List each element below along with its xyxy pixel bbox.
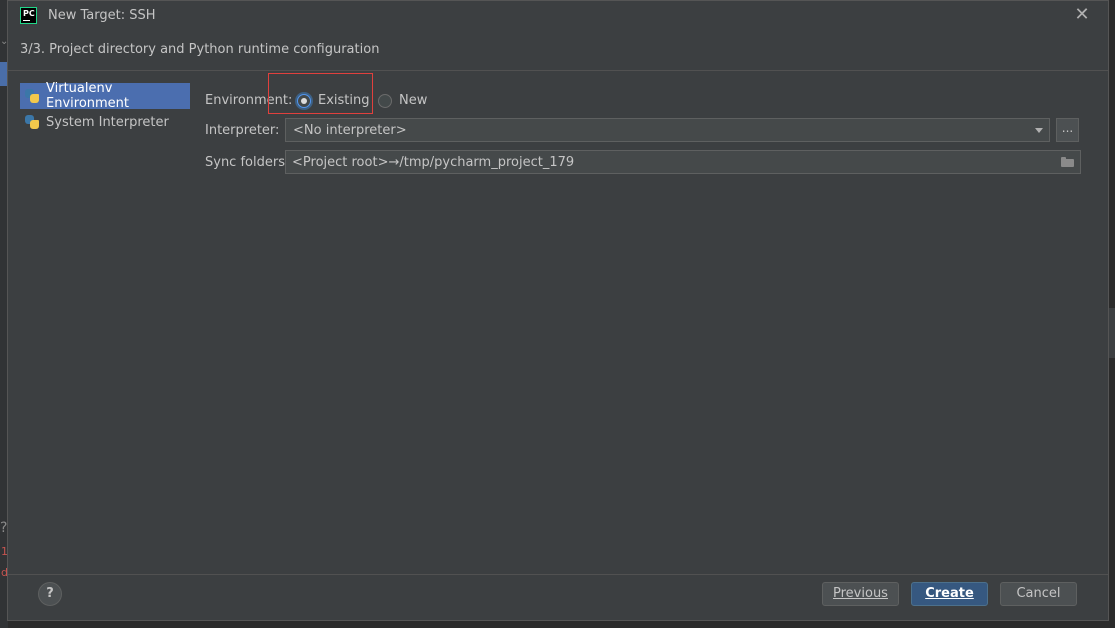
pycharm-logo-icon: PC bbox=[20, 7, 37, 24]
footer-divider bbox=[8, 574, 1108, 575]
dialog-title: New Target: SSH bbox=[48, 8, 156, 23]
header-divider bbox=[8, 70, 1108, 71]
previous-label: Previous bbox=[833, 586, 888, 601]
chevron-down-icon[interactable] bbox=[1035, 128, 1043, 133]
python-icon bbox=[25, 89, 39, 103]
sidebar-item-system-interpreter[interactable]: System Interpreter bbox=[20, 109, 190, 135]
radio-existing[interactable]: Existing bbox=[297, 93, 370, 108]
close-icon[interactable]: ✕ bbox=[1072, 5, 1092, 25]
radio-existing-label: Existing bbox=[318, 93, 370, 108]
create-button[interactable]: Create bbox=[911, 582, 988, 606]
step-subtitle: 3/3. Project directory and Python runtim… bbox=[20, 42, 380, 57]
create-label: Create bbox=[925, 586, 974, 601]
previous-button[interactable]: Previous bbox=[822, 582, 899, 606]
help-button[interactable]: ? bbox=[38, 582, 62, 606]
radio-new-label: New bbox=[399, 93, 428, 108]
interpreter-browse-button[interactable]: ... bbox=[1056, 118, 1079, 142]
interpreter-select[interactable]: <No interpreter> bbox=[285, 118, 1050, 142]
interpreter-select-value: <No interpreter> bbox=[293, 122, 407, 138]
radio-new[interactable]: New bbox=[378, 93, 427, 108]
radio-new-indicator[interactable] bbox=[378, 93, 392, 108]
cancel-button[interactable]: Cancel bbox=[1000, 582, 1077, 606]
sidebar-item-label: Virtualenv Environment bbox=[46, 81, 130, 111]
sync-folders-value: <Project root>→/tmp/pycharm_project_179 bbox=[292, 154, 575, 170]
python-icon bbox=[25, 115, 39, 129]
radio-existing-indicator[interactable] bbox=[297, 93, 311, 108]
dialog-titlebar: PC New Target: SSH ✕ bbox=[8, 1, 1108, 31]
interpreter-type-list: Virtualenv Environment System Interprete… bbox=[20, 81, 190, 135]
sidebar-item-label: System Interpreter bbox=[46, 114, 169, 130]
sidebar-item-virtualenv[interactable]: Virtualenv Environment bbox=[20, 81, 190, 111]
new-target-ssh-dialog: PC New Target: SSH ✕ 3/3. Project direct… bbox=[7, 0, 1109, 621]
sync-folders-label: Sync folders: bbox=[205, 155, 290, 170]
interpreter-label: Interpreter: bbox=[205, 123, 280, 138]
sync-folders-field[interactable]: <Project root>→/tmp/pycharm_project_179 bbox=[285, 150, 1081, 174]
folder-icon[interactable] bbox=[1061, 157, 1074, 167]
background-right-panel bbox=[1108, 308, 1115, 358]
